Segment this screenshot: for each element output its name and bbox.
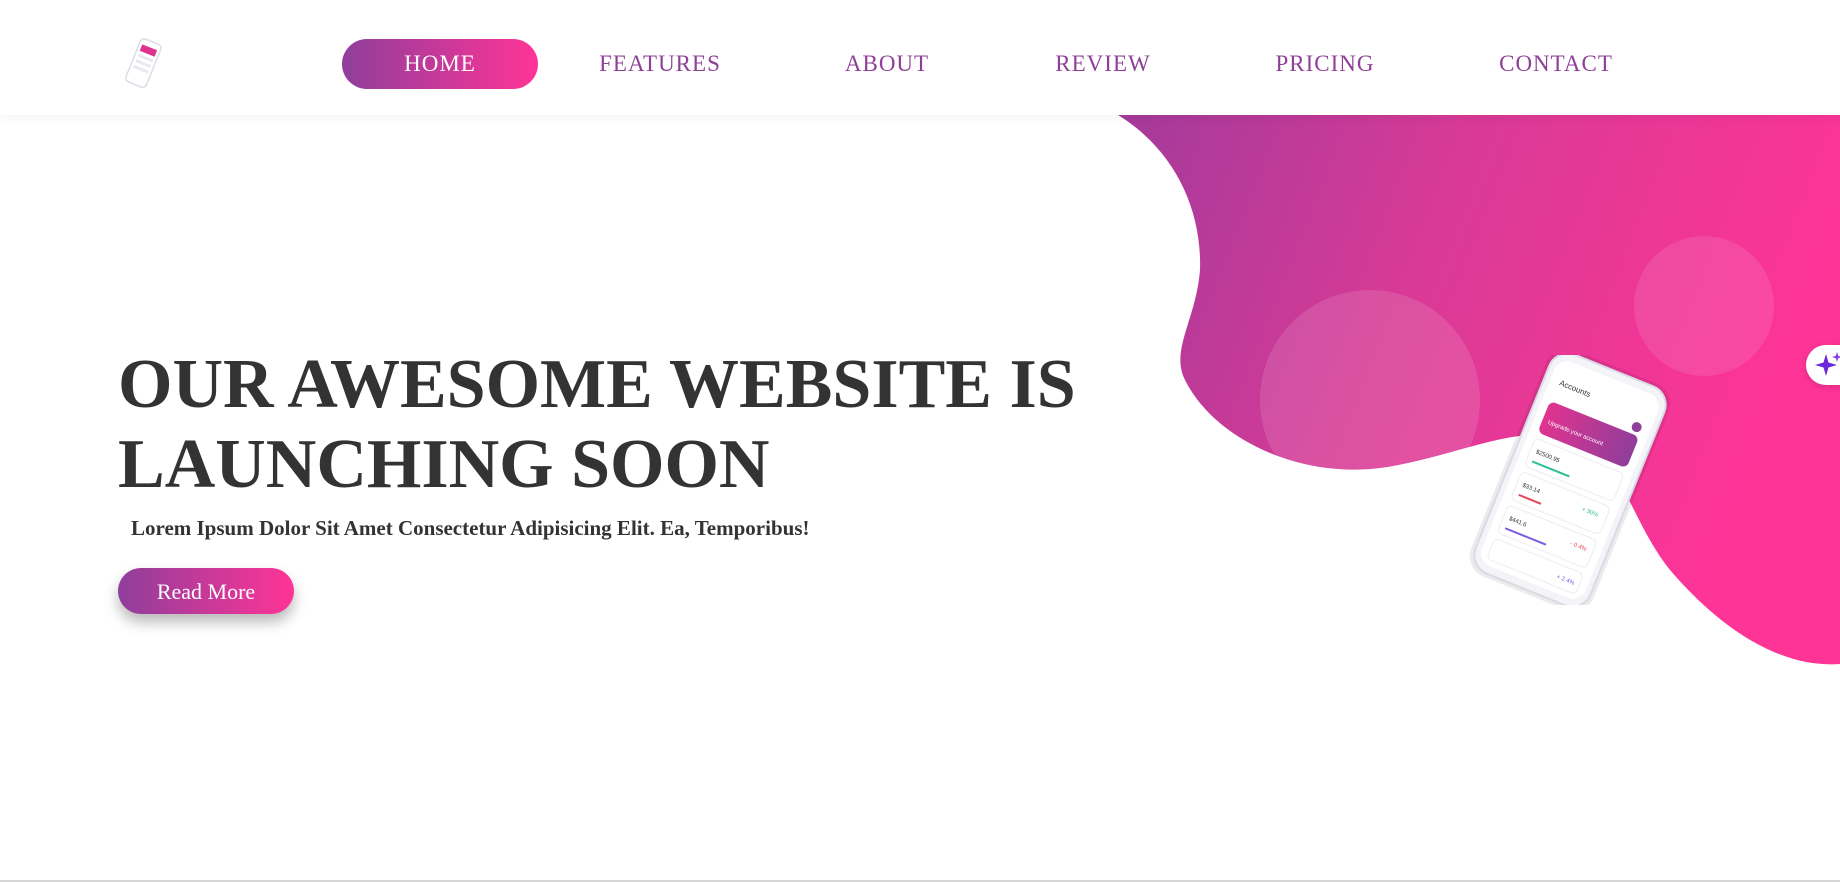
nav-about[interactable]: ABOUT: [822, 39, 952, 89]
phone-logo-icon[interactable]: [120, 36, 166, 92]
hero-title-line2: LAUNCHING SOON: [118, 426, 770, 503]
sparkle-icon: [1815, 352, 1840, 376]
hero-title: OUR AWESOME WEBSITE IS LAUNCHING SOON: [118, 345, 1098, 505]
read-more-button[interactable]: Read More: [118, 568, 294, 614]
nav-features[interactable]: FEATURES: [590, 39, 730, 89]
nav-contact[interactable]: CONTACT: [1486, 39, 1626, 89]
nav-pricing[interactable]: PRICING: [1260, 39, 1390, 89]
hero-subtitle: Lorem Ipsum Dolor Sit Amet Consectetur A…: [131, 516, 810, 540]
nav-review[interactable]: REVIEW: [1040, 39, 1166, 89]
hero-title-line1: OUR AWESOME WEBSITE IS: [118, 346, 1076, 423]
site-header: HOME FEATURES ABOUT REVIEW PRICING CONTA…: [0, 0, 1840, 115]
phone-mockup-image: Accounts Upgrade your account $2500.95 $…: [1469, 355, 1671, 605]
nav-home[interactable]: HOME: [342, 39, 538, 89]
floating-widget-button[interactable]: [1806, 345, 1840, 385]
landing-page: HOME FEATURES ABOUT REVIEW PRICING CONTA…: [0, 0, 1840, 882]
